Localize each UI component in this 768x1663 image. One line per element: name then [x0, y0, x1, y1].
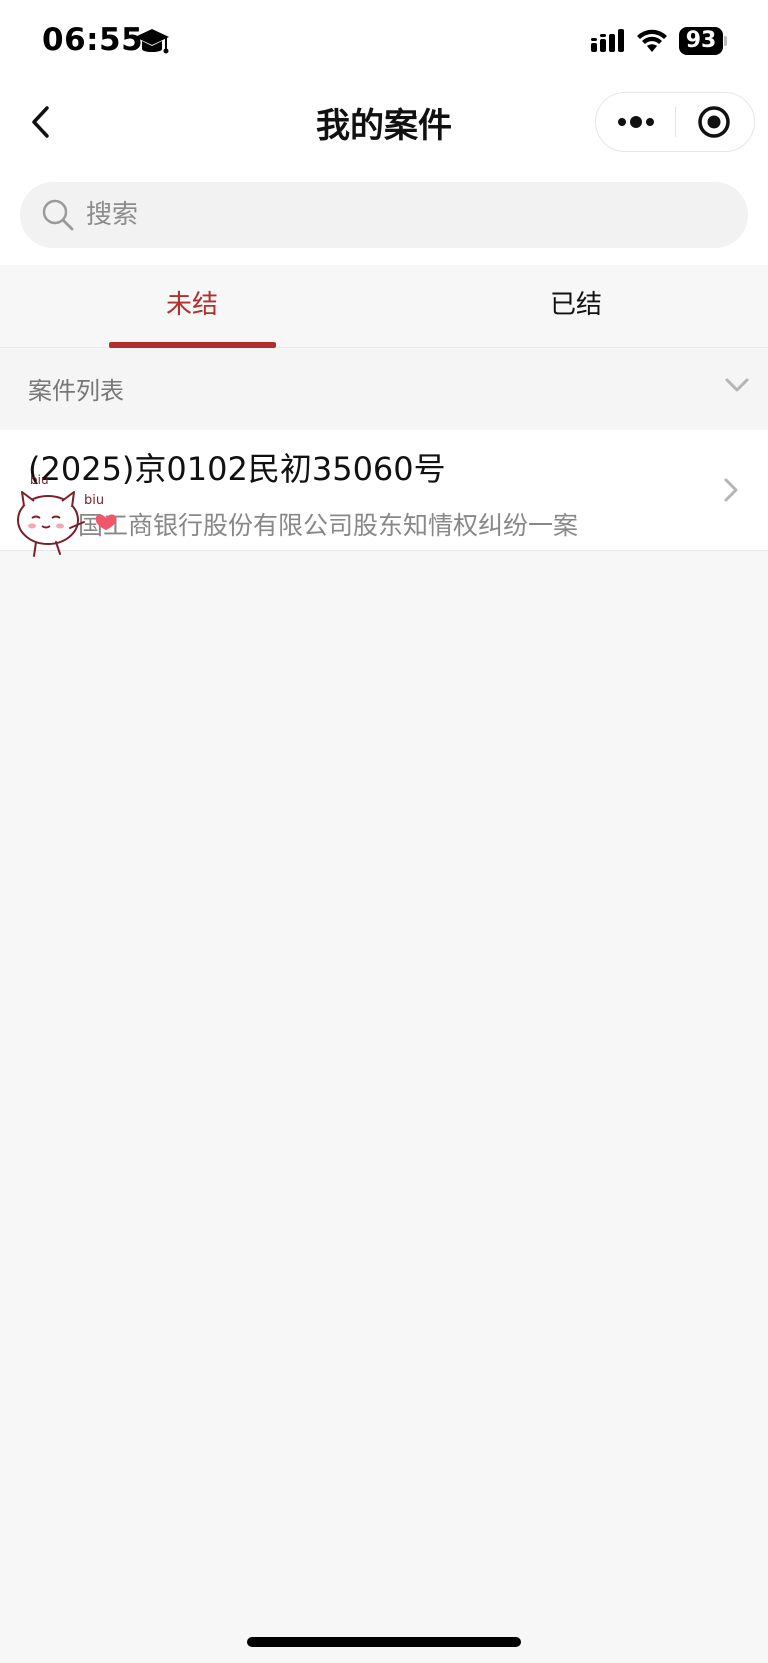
- tab-bar: 未结 已结: [0, 265, 768, 348]
- search-bar[interactable]: [20, 182, 748, 248]
- more-dots-icon[interactable]: [596, 93, 676, 151]
- sticker-text-1: biu: [30, 473, 49, 487]
- section-title: 案件列表: [28, 377, 124, 405]
- tab-closed[interactable]: 已结: [384, 265, 768, 348]
- signal-icon: [591, 29, 624, 52]
- case-list-section-header[interactable]: 案件列表: [0, 349, 768, 429]
- graduation-cap-icon: [135, 29, 169, 54]
- home-indicator[interactable]: [247, 1637, 521, 1647]
- battery-level: 93: [685, 28, 717, 53]
- search-input[interactable]: [86, 182, 726, 248]
- cat-sticker-icon[interactable]: biu biu: [12, 470, 124, 562]
- chevron-down-icon: [725, 378, 749, 392]
- battery-icon: 93: [679, 27, 727, 55]
- sticker-text-2: biu: [84, 493, 104, 508]
- search-icon: [42, 199, 74, 231]
- status-time: 06:55: [42, 22, 144, 58]
- status-bar: 06:55 93: [0, 0, 768, 84]
- active-tab-indicator: [109, 342, 276, 348]
- mini-program-capsule: [595, 92, 755, 152]
- wifi-icon: [637, 29, 667, 52]
- tab-unclosed[interactable]: 未结: [0, 265, 384, 348]
- target-close-icon[interactable]: [676, 93, 756, 151]
- chevron-right-icon: [724, 478, 738, 502]
